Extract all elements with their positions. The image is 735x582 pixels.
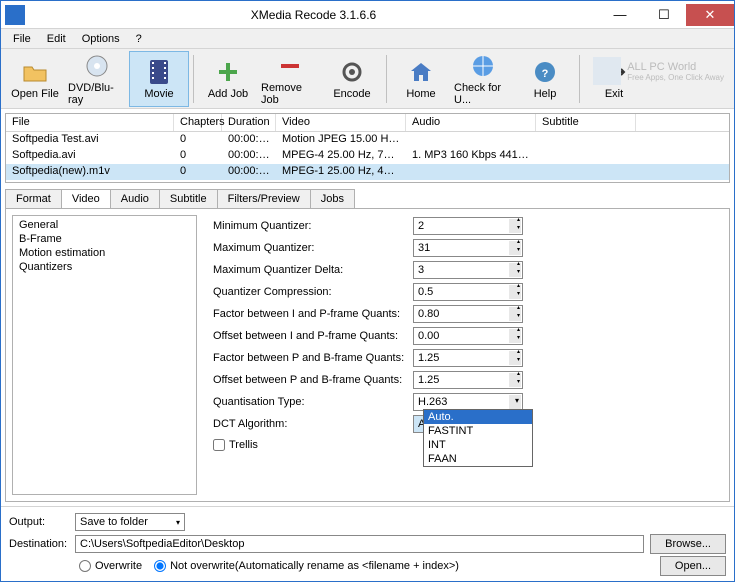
label-max-quantizer: Maximum Quantizer: [213, 242, 413, 254]
close-button[interactable]: ✕ [686, 4, 734, 26]
label-min-quantizer: Minimum Quantizer: [213, 220, 413, 232]
offset-ip-input[interactable]: 0.00 [413, 327, 523, 345]
max-quantizer-input[interactable]: 31 [413, 239, 523, 257]
open-file-button[interactable]: Open File [5, 51, 65, 107]
col-subtitle[interactable]: Subtitle [536, 114, 636, 131]
factor-ip-input[interactable]: 0.80 [413, 305, 523, 323]
tab-video[interactable]: Video [61, 189, 111, 208]
col-video[interactable]: Video [276, 114, 406, 131]
destination-input[interactable]: C:\Users\SoftpediaEditor\Desktop [75, 535, 644, 553]
globe-icon [469, 52, 497, 80]
label-factor-pb: Factor between P and B-frame Quants: [213, 352, 413, 364]
browse-button[interactable]: Browse... [650, 534, 726, 554]
check-update-button[interactable]: Check for U... [453, 51, 513, 107]
trellis-checkbox[interactable] [213, 439, 225, 451]
col-file[interactable]: File [6, 114, 174, 131]
bottom-panel: Output: Save to folder Destination: C:\U… [1, 506, 734, 581]
file-row[interactable]: Softpedia Test.avi000:00:09Motion JPEG 1… [6, 132, 729, 148]
dvd-button[interactable]: DVD/Blu-ray [67, 51, 127, 107]
window-title: XMedia Recode 3.1.6.6 [29, 8, 598, 22]
overwrite-radio[interactable] [79, 560, 91, 572]
col-chapters[interactable]: Chapters [174, 114, 222, 131]
folder-open-icon [21, 58, 49, 86]
tab-jobs[interactable]: Jobs [310, 189, 355, 208]
label-max-quantizer-delta: Maximum Quantizer Delta: [213, 264, 413, 276]
toolbar: Open File DVD/Blu-ray Movie Add Job Remo… [1, 49, 734, 109]
movie-button[interactable]: Movie [129, 51, 189, 107]
col-duration[interactable]: Duration [222, 114, 276, 131]
min-quantizer-input[interactable]: 2 [413, 217, 523, 235]
menu-options[interactable]: Options [74, 31, 128, 47]
trellis-label: Trellis [229, 439, 258, 451]
disc-icon [83, 52, 111, 80]
label-quantizer-compression: Quantizer Compression: [213, 286, 413, 298]
minimize-button[interactable]: — [598, 4, 642, 26]
app-icon [5, 5, 25, 25]
watermark-icon [593, 57, 621, 85]
label-offset-pb: Offset between P and B-frame Quants: [213, 374, 413, 386]
tab-format[interactable]: Format [5, 189, 62, 208]
maximize-button[interactable]: ☐ [642, 4, 686, 26]
output-mode-select[interactable]: Save to folder [75, 513, 185, 531]
tab-filters[interactable]: Filters/Preview [217, 189, 311, 208]
file-row[interactable]: Softpedia.avi000:00:25MPEG-4 25.00 Hz, 7… [6, 148, 729, 164]
watermark: ALL PC WorldFree Apps, One Click Away [593, 57, 724, 85]
category-list[interactable]: General B-Frame Motion estimation Quanti… [12, 215, 197, 495]
tab-subtitle[interactable]: Subtitle [159, 189, 218, 208]
titlebar: XMedia Recode 3.1.6.6 — ☐ ✕ [1, 1, 734, 29]
help-icon: ? [531, 58, 559, 86]
minus-icon [276, 52, 304, 80]
help-button[interactable]: ?Help [515, 51, 575, 107]
quantizer-compression-input[interactable]: 0.5 [413, 283, 523, 301]
menubar: File Edit Options ? [1, 29, 734, 49]
tabs: Format Video Audio Subtitle Filters/Prev… [5, 189, 730, 208]
file-list-header: File Chapters Duration Video Audio Subti… [6, 114, 729, 132]
svg-text:?: ? [542, 68, 549, 80]
side-bframe[interactable]: B-Frame [13, 232, 196, 246]
menu-help[interactable]: ? [128, 31, 150, 47]
label-dct-algorithm: DCT Algorithm: [213, 418, 413, 430]
label-quantisation-type: Quantisation Type: [213, 396, 413, 408]
encode-button[interactable]: Encode [322, 51, 382, 107]
open-button[interactable]: Open... [660, 556, 726, 576]
file-list[interactable]: File Chapters Duration Video Audio Subti… [5, 113, 730, 183]
dct-dropdown-list[interactable]: Auto. FASTINT INT FAAN [423, 409, 533, 467]
destination-label: Destination: [9, 538, 69, 550]
add-job-button[interactable]: Add Job [198, 51, 258, 107]
film-icon [145, 58, 173, 86]
plus-icon [214, 58, 242, 86]
max-quantizer-delta-input[interactable]: 3 [413, 261, 523, 279]
label-offset-ip: Offset between I and P-frame Quants: [213, 330, 413, 342]
output-label: Output: [9, 516, 69, 528]
tab-content: General B-Frame Motion estimation Quanti… [5, 208, 730, 502]
dropdown-item[interactable]: FAAN [424, 452, 532, 466]
col-audio[interactable]: Audio [406, 114, 536, 131]
dropdown-item[interactable]: Auto. [424, 410, 532, 424]
factor-pb-input[interactable]: 1.25 [413, 349, 523, 367]
side-motion[interactable]: Motion estimation [13, 246, 196, 260]
side-quantizers[interactable]: Quantizers [13, 260, 196, 274]
not-overwrite-radio[interactable] [154, 560, 166, 572]
remove-job-button[interactable]: Remove Job [260, 51, 320, 107]
home-button[interactable]: Home [391, 51, 451, 107]
tab-audio[interactable]: Audio [110, 189, 160, 208]
home-icon [407, 58, 435, 86]
file-row[interactable]: Softpedia(new).m1v000:00:00MPEG-1 25.00 … [6, 164, 729, 180]
dropdown-item[interactable]: INT [424, 438, 532, 452]
menu-file[interactable]: File [5, 31, 39, 47]
label-factor-ip: Factor between I and P-frame Quants: [213, 308, 413, 320]
dropdown-item[interactable]: FASTINT [424, 424, 532, 438]
gear-icon [338, 58, 366, 86]
offset-pb-input[interactable]: 1.25 [413, 371, 523, 389]
menu-edit[interactable]: Edit [39, 31, 74, 47]
side-general[interactable]: General [13, 218, 196, 232]
